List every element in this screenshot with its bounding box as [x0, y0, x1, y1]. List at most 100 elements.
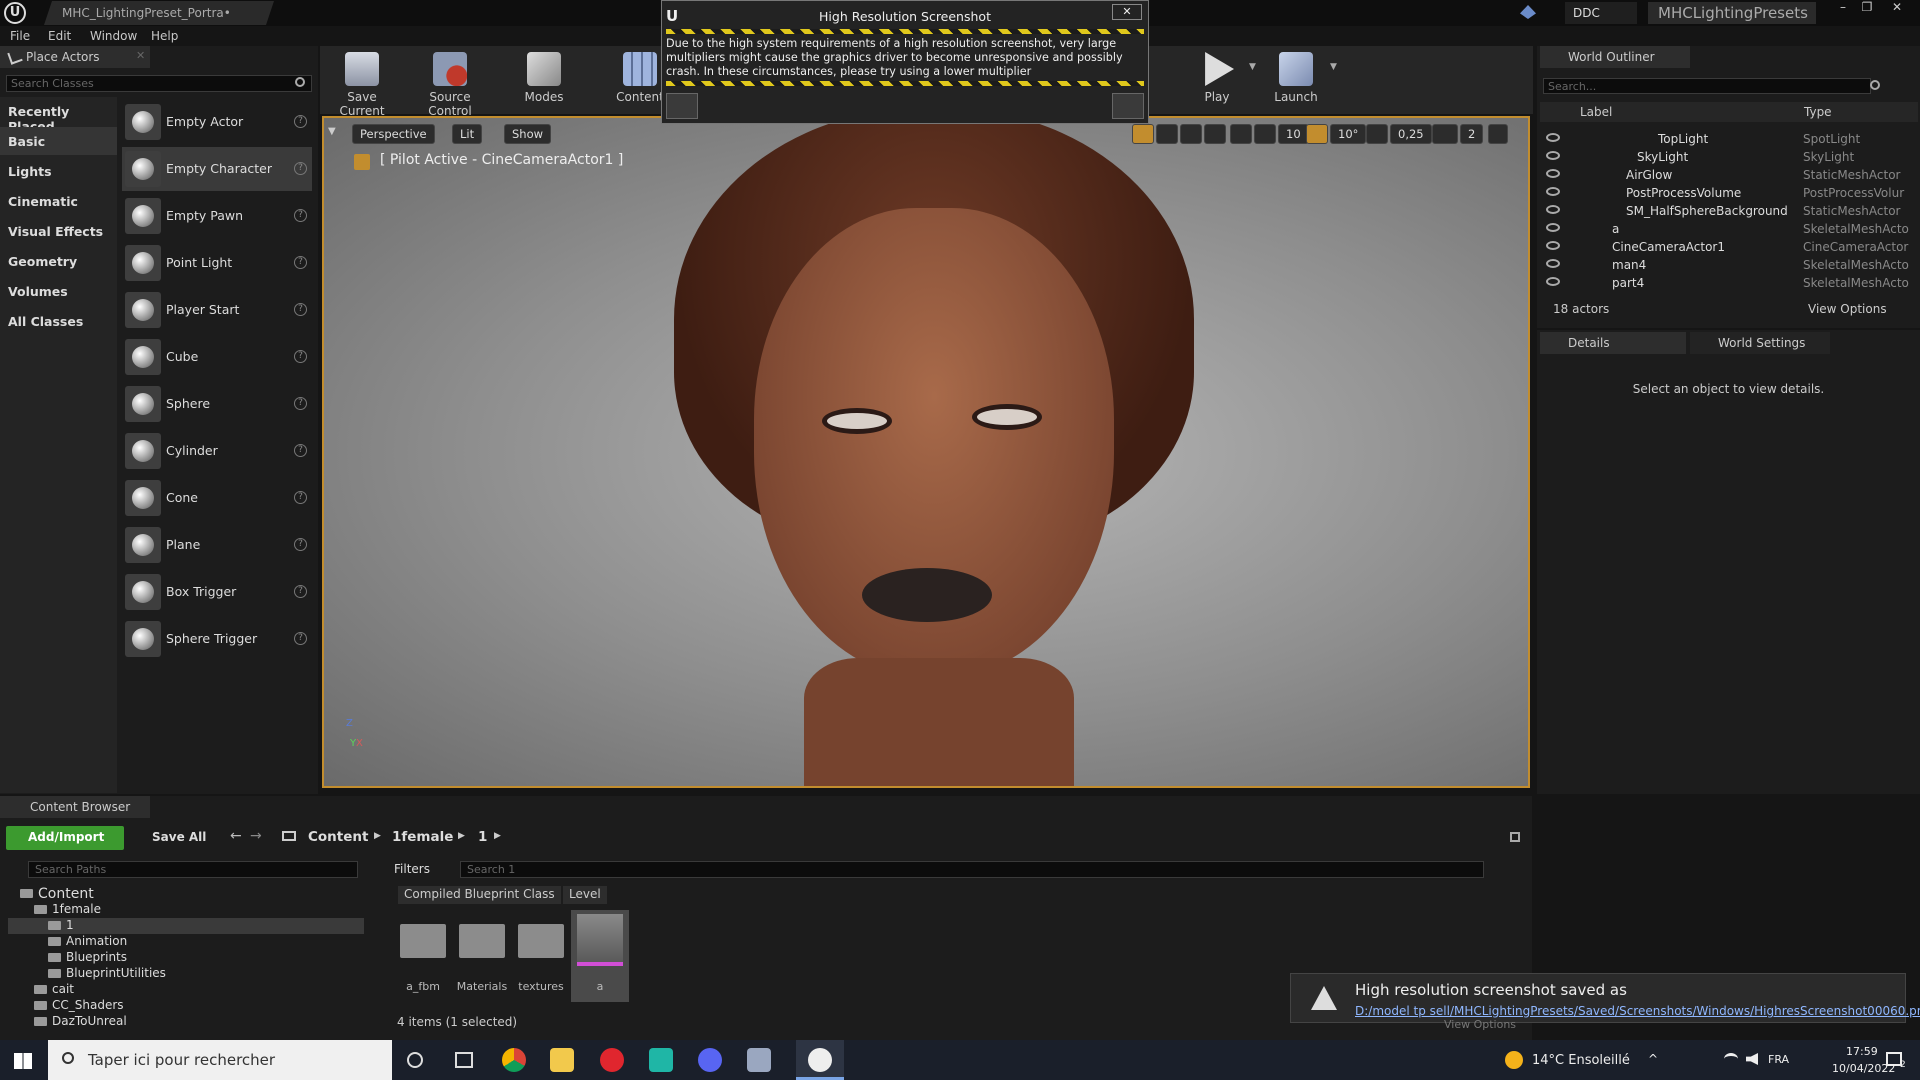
- asset-search-input[interactable]: Search 1: [460, 861, 1484, 878]
- modes-button[interactable]: Modes: [516, 46, 572, 114]
- play-button[interactable]: Play: [1190, 46, 1244, 114]
- actor-item-plane[interactable]: Plane?: [122, 523, 312, 567]
- visibility-eye-icon[interactable]: [1546, 205, 1560, 214]
- visibility-eye-icon[interactable]: [1546, 151, 1560, 160]
- maximize-viewport-icon[interactable]: [1488, 124, 1508, 144]
- folder-tree-item[interactable]: 1: [8, 918, 364, 934]
- outliner-row[interactable]: part4 SkeletalMeshActo: [1540, 274, 1918, 292]
- cortana-icon[interactable]: [407, 1052, 423, 1068]
- screenshot-path-link[interactable]: D:/model tp sell/MHCLightingPresets/Save…: [1355, 1004, 1920, 1018]
- outliner-row[interactable]: AirGlow StaticMeshActor: [1540, 166, 1918, 184]
- category-basic[interactable]: Basic: [0, 127, 117, 155]
- category-geometry[interactable]: Geometry: [0, 247, 117, 275]
- actor-item-player-start[interactable]: Player Start?: [122, 288, 312, 332]
- outliner-search-input[interactable]: Search...: [1543, 78, 1871, 94]
- launch-options-icon[interactable]: ▼: [1330, 62, 1337, 72]
- outliner-row[interactable]: PostProcessVolume PostProcessVolur: [1540, 184, 1918, 202]
- asset-tile[interactable]: textures: [512, 910, 570, 1002]
- actor-item-sphere[interactable]: Sphere?: [122, 382, 312, 426]
- actor-item-empty-character[interactable]: Empty Character?: [122, 147, 312, 191]
- actor-item-sphere-trigger[interactable]: Sphere Trigger?: [122, 617, 312, 661]
- tab-content-browser[interactable]: Content Browser: [0, 796, 150, 818]
- help-icon[interactable]: ?: [294, 115, 307, 128]
- category-visual-effects[interactable]: Visual Effects: [0, 217, 117, 245]
- camera-speed-value[interactable]: 2: [1460, 124, 1484, 144]
- start-button[interactable]: [14, 1053, 32, 1069]
- tab-place-actors[interactable]: Place Actors: [0, 46, 150, 68]
- play-options-icon[interactable]: ▼: [1249, 62, 1256, 72]
- menu-edit[interactable]: Edit: [48, 29, 71, 43]
- help-icon[interactable]: ?: [294, 256, 307, 269]
- filter-chip-level[interactable]: Level: [563, 886, 607, 904]
- app-icon[interactable]: [747, 1048, 771, 1072]
- actor-item-cylinder[interactable]: Cylinder?: [122, 429, 312, 473]
- asset-tile[interactable]: a: [571, 910, 629, 1002]
- folder-tree-item[interactable]: cait: [8, 982, 364, 998]
- breadcrumb-item[interactable]: 1female: [392, 829, 453, 845]
- lit-button[interactable]: Lit: [452, 124, 483, 144]
- menu-window[interactable]: Window: [90, 29, 137, 43]
- visibility-eye-icon[interactable]: [1546, 259, 1560, 268]
- visibility-eye-icon[interactable]: [1546, 223, 1560, 232]
- folder-tree-item[interactable]: BlueprintUtilities: [8, 966, 364, 982]
- help-icon[interactable]: ?: [294, 303, 307, 316]
- help-icon[interactable]: ?: [294, 209, 307, 222]
- breadcrumb-separator-icon[interactable]: ▶: [458, 831, 465, 841]
- ddc-indicator[interactable]: DDC: [1565, 2, 1637, 24]
- category-lights[interactable]: Lights: [0, 157, 117, 185]
- add-import-button[interactable]: Add/Import: [6, 826, 124, 850]
- visibility-eye-icon[interactable]: [1546, 169, 1560, 178]
- category-recently-placed[interactable]: Recently Placed: [0, 97, 117, 134]
- visibility-eye-icon[interactable]: [1546, 241, 1560, 250]
- asset-tile[interactable]: a_fbm: [394, 910, 452, 1002]
- filters-button[interactable]: Filters: [394, 862, 430, 876]
- folder-tree-item[interactable]: Animation: [8, 934, 364, 950]
- save-all-button[interactable]: Save All: [134, 826, 214, 850]
- language-indicator[interactable]: FRA: [1768, 1053, 1789, 1066]
- help-icon[interactable]: ?: [294, 538, 307, 551]
- outliner-row[interactable]: a SkeletalMeshActo: [1540, 220, 1918, 238]
- breadcrumb-separator-icon[interactable]: ▶: [374, 831, 381, 841]
- tab-world-settings[interactable]: World Settings: [1690, 332, 1830, 354]
- asset-tile[interactable]: Materials: [453, 910, 511, 1002]
- viewport-options-icon[interactable]: ▼: [328, 126, 336, 137]
- visibility-eye-icon[interactable]: [1546, 187, 1560, 196]
- category-all-classes[interactable]: All Classes: [0, 307, 117, 335]
- surface-snap-icon[interactable]: [1230, 124, 1252, 144]
- source-control-button[interactable]: Source Control: [408, 46, 492, 118]
- launch-button[interactable]: Launch: [1266, 46, 1326, 114]
- discord-icon[interactable]: [698, 1048, 722, 1072]
- column-label[interactable]: Label: [1580, 105, 1612, 119]
- rotation-snap-value[interactable]: 10°: [1330, 124, 1367, 144]
- grid-snap-value[interactable]: 10: [1278, 124, 1309, 144]
- scale-snap-value[interactable]: 0,25: [1390, 124, 1432, 144]
- breadcrumb-item[interactable]: 1: [478, 829, 487, 845]
- help-icon[interactable]: ?: [294, 444, 307, 457]
- category-volumes[interactable]: Volumes: [0, 277, 117, 305]
- lock-icon[interactable]: [1510, 832, 1520, 842]
- help-icon[interactable]: ?: [294, 632, 307, 645]
- help-icon[interactable]: ?: [294, 585, 307, 598]
- scale-snap-icon[interactable]: [1366, 124, 1388, 144]
- taskbar-search-input[interactable]: Taper ici pour rechercher: [48, 1040, 392, 1080]
- close-tab-icon[interactable]: ✕: [136, 49, 145, 62]
- outliner-row[interactable]: SkyLight SkyLight: [1540, 148, 1918, 166]
- actor-item-empty-actor[interactable]: Empty Actor?: [122, 100, 312, 144]
- grid-snap-icon[interactable]: [1254, 124, 1276, 144]
- visibility-eye-icon[interactable]: [1546, 277, 1560, 286]
- dialog-close-button[interactable]: ✕: [1112, 4, 1142, 20]
- chrome-icon[interactable]: [502, 1048, 526, 1072]
- camera-speed-icon[interactable]: [1432, 124, 1458, 144]
- capture-region-button[interactable]: [666, 93, 698, 119]
- pilot-camera-icon[interactable]: [354, 154, 370, 170]
- screenshot-saved-toast[interactable]: High resolution screenshot saved as D:/m…: [1290, 973, 1920, 1023]
- level-viewport[interactable]: ▼ Perspective Lit Show [ Pilot Active - …: [322, 116, 1530, 788]
- rotation-snap-icon[interactable]: [1306, 124, 1328, 144]
- back-arrow-icon[interactable]: ←: [230, 828, 242, 844]
- forward-arrow-icon[interactable]: →: [250, 828, 262, 844]
- actor-item-box-trigger[interactable]: Box Trigger?: [122, 570, 312, 614]
- maya-icon[interactable]: [649, 1048, 673, 1072]
- breadcrumb-item[interactable]: Content: [308, 829, 368, 845]
- folder-tree-item[interactable]: CC_Shaders: [8, 998, 364, 1014]
- folder-tree-item[interactable]: DazToUnreal: [8, 1014, 364, 1030]
